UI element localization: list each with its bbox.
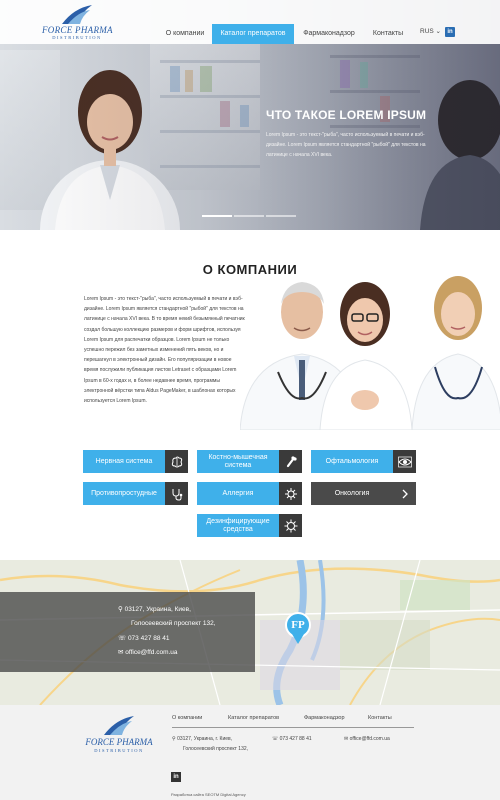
category-oncology[interactable]: Онкология bbox=[311, 482, 416, 505]
contact-panel bbox=[0, 592, 255, 672]
footer-logo-sub: DISTRIBUTION bbox=[94, 748, 144, 753]
slider-dot[interactable] bbox=[202, 215, 232, 217]
location-map[interactable] bbox=[0, 560, 500, 705]
phone-icon: ☏ bbox=[272, 736, 280, 742]
nav-item-pharmacovigilance[interactable]: Фармаконадзор bbox=[300, 24, 358, 44]
footer-email[interactable]: ✉ office@ffd.com.ua bbox=[344, 736, 390, 742]
footer-logo[interactable]: FORCE PHARMA DISTRIBUTION bbox=[84, 715, 154, 765]
logo-sub: DISTRIBUTION bbox=[52, 35, 102, 40]
footer-address-line2: Голосеевский проспект 132, bbox=[183, 746, 249, 752]
hero-title: ЧТО ТАКОЕ LOREM IPSUM bbox=[266, 108, 427, 122]
category-allergy[interactable]: Аллергия bbox=[197, 482, 302, 505]
slider-dot[interactable] bbox=[266, 215, 296, 217]
contact-phone[interactable]: ☏ 073 427 88 41 bbox=[118, 634, 170, 642]
category-label: Противопростудные bbox=[91, 489, 157, 497]
footer-copyright[interactable]: Разработка сайта SEOTM Digital Agency bbox=[171, 792, 246, 797]
footer-nav-contacts[interactable]: Контакты bbox=[368, 715, 392, 721]
nav-item-contacts[interactable]: Контакты bbox=[368, 24, 408, 44]
stethoscope-icon bbox=[165, 482, 188, 505]
logo-wing-icon bbox=[62, 5, 92, 24]
contact-address: ⚲ 03127, Украина, Киев, bbox=[118, 606, 191, 613]
nav-item-about[interactable]: О компании bbox=[160, 24, 210, 44]
category-nervous-system[interactable]: Нервная система bbox=[83, 450, 188, 473]
about-text: Lorem Ipsum - это текст-"рыба", часто ис… bbox=[84, 296, 245, 405]
site-header: FORCE PHARMA DISTRIBUTION О компании Кат… bbox=[0, 0, 500, 44]
hero-text: Lorem Ipsum - это текст-"рыба", часто ис… bbox=[266, 132, 426, 158]
site-footer: FORCE PHARMA DISTRIBUTION О компании Кат… bbox=[0, 705, 500, 800]
footer-nav-pharmacovigilance[interactable]: Фармаконадзор bbox=[304, 715, 345, 721]
category-label: Костно-мышечная система bbox=[208, 453, 268, 469]
footer-phone[interactable]: ☏ 073 427 88 41 bbox=[272, 736, 312, 742]
linkedin-icon[interactable]: in bbox=[171, 772, 181, 782]
virus-icon bbox=[279, 482, 302, 505]
footer-logo-brand: FORCE PHARMA bbox=[85, 737, 153, 747]
language-select[interactable]: RUS ⌄ bbox=[420, 27, 441, 35]
contact-address-line2: Голосеевский проспект 132, bbox=[131, 620, 216, 627]
map-pin-tail bbox=[292, 634, 304, 644]
logo[interactable]: FORCE PHARMA DISTRIBUTION bbox=[42, 4, 113, 40]
category-label: Офтальмология bbox=[325, 457, 379, 465]
footer-nav-catalog[interactable]: Каталог препаратов bbox=[228, 715, 279, 721]
doctors-photo bbox=[240, 276, 500, 430]
slider-dot[interactable] bbox=[234, 215, 264, 217]
footer-nav-about[interactable]: О компании bbox=[172, 715, 202, 721]
footer-address: ⚲ 03127, Украина, г. Киев, bbox=[172, 736, 233, 742]
eye-icon bbox=[393, 450, 416, 473]
nav-item-catalog[interactable]: Каталог препаратов bbox=[212, 24, 294, 44]
logo-brand: FORCE PHARMA bbox=[42, 25, 113, 35]
germ-icon bbox=[279, 514, 302, 537]
chevron-right-icon bbox=[393, 482, 416, 505]
brain-icon bbox=[165, 450, 188, 473]
contact-email[interactable]: ✉ office@ffd.com.ua bbox=[118, 648, 178, 656]
category-label: Дезинфицирующие средства bbox=[206, 517, 270, 533]
category-label: Нервная система bbox=[95, 457, 153, 465]
linkedin-icon[interactable]: in bbox=[445, 27, 455, 37]
category-ophthalmology[interactable]: Офтальмология bbox=[311, 450, 416, 473]
about-section: О КОМПАНИИ Lorem Ipsum - это текст-"рыба… bbox=[0, 230, 500, 430]
category-label: Онкология bbox=[334, 489, 370, 497]
category-musculoskeletal[interactable]: Костно-мышечная система bbox=[197, 450, 302, 473]
phone-icon: ☏ bbox=[118, 635, 128, 642]
category-label: Аллергия bbox=[222, 489, 254, 497]
category-cold[interactable]: Противопростудные bbox=[83, 482, 188, 505]
bone-icon bbox=[279, 450, 302, 473]
location-pin-icon: ⚲ bbox=[118, 606, 125, 613]
category-disinfectants[interactable]: Дезинфицирующие средства bbox=[197, 514, 302, 537]
footer-divider bbox=[172, 727, 414, 728]
logo-wing-icon bbox=[104, 716, 134, 735]
